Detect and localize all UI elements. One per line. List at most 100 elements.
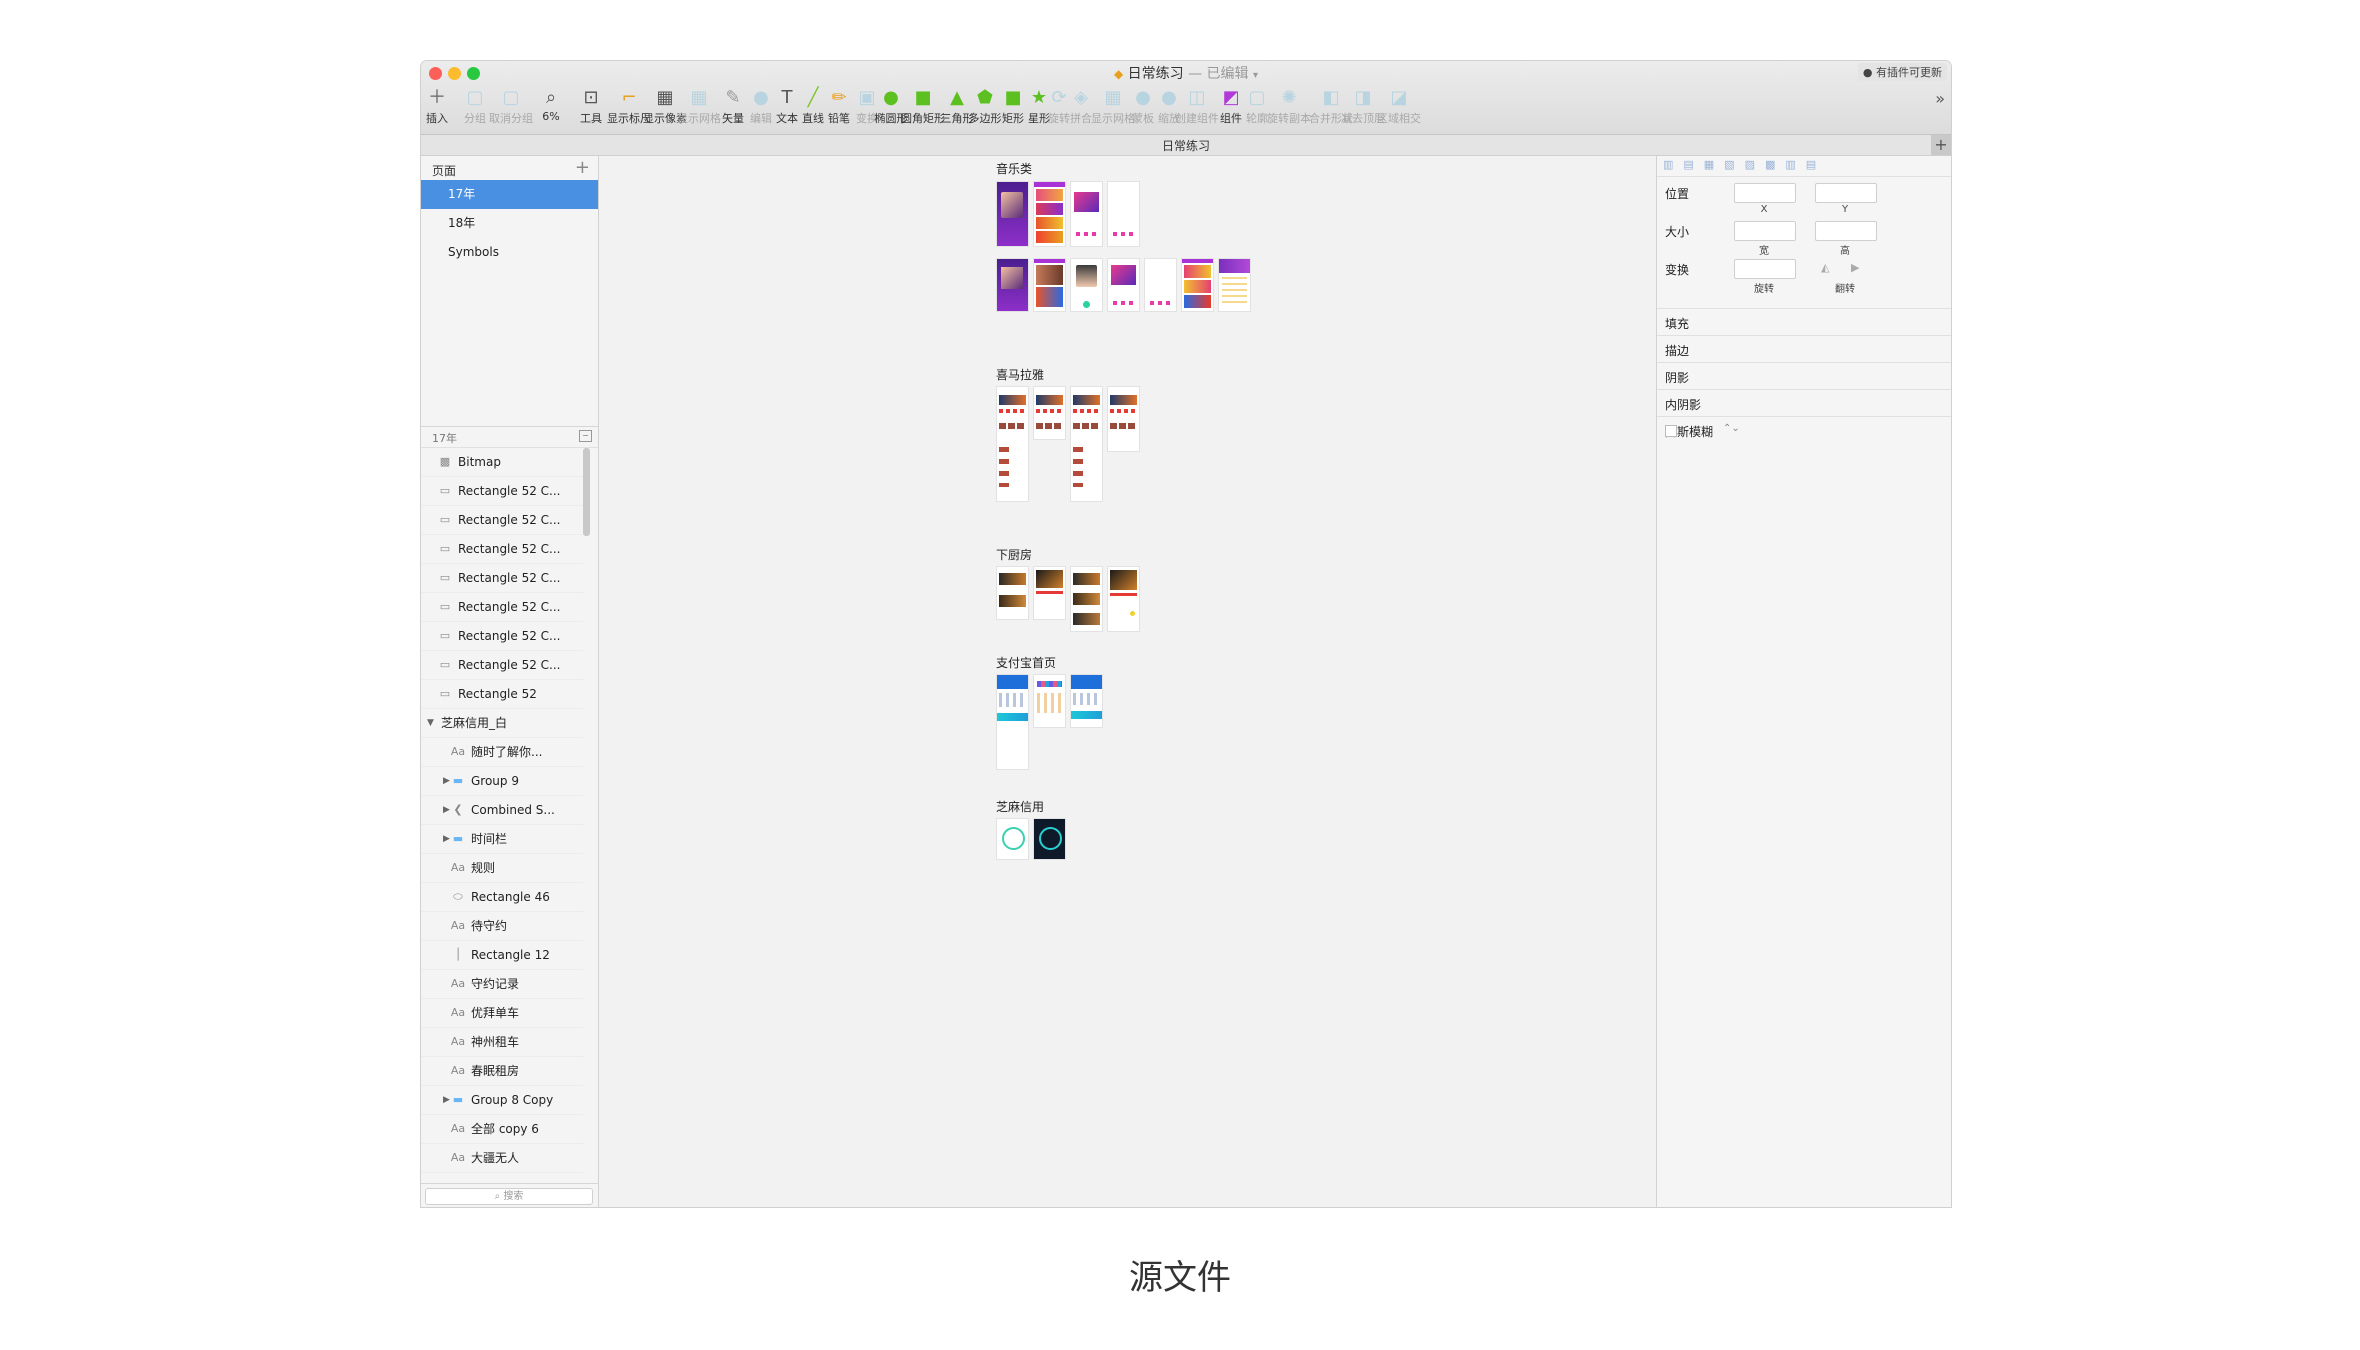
artboard-xiachufang-2[interactable]	[1033, 566, 1066, 620]
artboard-ximalaya-1[interactable]	[996, 386, 1029, 502]
height-input[interactable]	[1815, 221, 1877, 241]
layer-row[interactable]: ▭ Rectangle 52 C...	[421, 651, 583, 680]
page-item-label: 17年	[448, 187, 476, 201]
style-section[interactable]: 阴影	[1657, 362, 1951, 390]
layers-search-input[interactable]: ⌕ 搜索	[425, 1188, 593, 1205]
layer-row[interactable]: ▩ Bitmap	[421, 448, 583, 477]
artboard-music-lyrics-2[interactable]	[1144, 258, 1177, 312]
artboard-music-list-2[interactable]	[1033, 258, 1066, 312]
flip-vertical-icon[interactable]: ▶	[1851, 261, 1859, 274]
layer-row[interactable]: Aa 春眠租房	[421, 1057, 583, 1086]
layer-row[interactable]: ▶ ▬ Group 9	[421, 767, 583, 796]
y-input[interactable]	[1815, 183, 1877, 203]
layer-row[interactable]: │ Rectangle 12	[421, 941, 583, 970]
chevron-down-icon[interactable]: ▾	[1253, 70, 1258, 81]
artboard-alipay-home[interactable]	[996, 674, 1029, 770]
layer-row[interactable]: ▶ ❮ Combined S...	[421, 796, 583, 825]
page-item[interactable]: Symbols	[421, 238, 598, 267]
rotate-input[interactable]	[1734, 259, 1796, 279]
artboard-music-player-2[interactable]	[996, 258, 1029, 312]
style-section[interactable]: 高斯模糊 ⌃⌄	[1657, 416, 1951, 444]
layer-label: Rectangle 52 C...	[458, 600, 561, 614]
layer-row[interactable]: ▭ Rectangle 52 C...	[421, 622, 583, 651]
artboard-ximalaya-4[interactable]	[1107, 386, 1140, 452]
layer-row[interactable]: Aa 神州租车	[421, 1028, 583, 1057]
plugin-update-badge[interactable]: ● 有插件可更新	[1857, 63, 1947, 81]
add-page-button[interactable]: +	[575, 157, 590, 178]
layer-row[interactable]: ▶ ▬ Group 8 Copy	[421, 1086, 583, 1115]
layer-row[interactable]: Aa 优拜单车	[421, 999, 583, 1028]
page-item[interactable]: 17年	[421, 180, 598, 209]
rectangle-icon: ▭	[439, 484, 451, 497]
grid2-icon: ▦	[1104, 87, 1122, 108]
layer-row[interactable]: ▭ Rectangle 52 C...	[421, 593, 583, 622]
artboard-ximalaya-3[interactable]	[1070, 386, 1103, 502]
artboard-alipay-home-2[interactable]	[1070, 674, 1103, 728]
tool-rotate-copies-button[interactable]: ✺ 旋转副本	[1267, 88, 1311, 126]
layer-row[interactable]: Aa 全部 copy 6	[421, 1115, 583, 1144]
layer-row[interactable]: ▭ Rectangle 52 C...	[421, 506, 583, 535]
artboard-xiachufang-1[interactable]	[996, 566, 1029, 620]
tool-zoom-button[interactable]: ⌕ 6%	[529, 88, 573, 124]
width-input[interactable]	[1734, 221, 1796, 241]
disclosure-closed-icon[interactable]: ▶	[443, 796, 450, 824]
layer-row[interactable]: ▭ Rectangle 52 C...	[421, 564, 583, 593]
layers-scrollbar[interactable]	[583, 448, 590, 536]
layer-row[interactable]: ▶ ▬ 时间栏	[421, 825, 583, 854]
canvas[interactable]: 音乐类 喜马拉雅 下厨房 支付宝首页 芝麻信用	[599, 156, 1656, 1207]
layer-row[interactable]: Aa 规则	[421, 854, 583, 883]
subtract-icon: ◨	[1354, 87, 1372, 108]
document-tab[interactable]: 日常练习	[421, 137, 1951, 154]
layer-row[interactable]: ⬭ Rectangle 46	[421, 883, 583, 912]
tool-intersect-button[interactable]: ◪ 区域相交	[1377, 88, 1421, 126]
style-section[interactable]: 描边	[1657, 335, 1951, 363]
artboard-music-playlist[interactable]	[1181, 258, 1214, 312]
disclosure-closed-icon[interactable]: ▶	[443, 767, 450, 795]
artboard-alipay-apps[interactable]	[1033, 674, 1066, 728]
layer-row[interactable]: Aa 待守约	[421, 912, 583, 941]
y-label: Y	[1841, 204, 1849, 215]
artboard-music-detail[interactable]	[1070, 181, 1103, 247]
flip-buttons[interactable]: ◭ ▶	[1815, 259, 1875, 277]
artboard-xiachufang-4[interactable]	[1107, 566, 1140, 632]
plugin-update-label: 有插件可更新	[1876, 66, 1942, 79]
disclosure-closed-icon[interactable]: ▶	[443, 825, 450, 853]
artboard-zhima-white[interactable]	[996, 818, 1029, 860]
collapse-layers-icon[interactable]: −	[579, 430, 592, 442]
flip-horizontal-icon[interactable]: ◭	[1821, 261, 1829, 274]
toolbar-overflow-icon[interactable]: »	[1935, 89, 1945, 108]
search-placeholder: 搜索	[503, 1191, 524, 1202]
layer-row[interactable]: Aa 守约记录	[421, 970, 583, 999]
artboard-music-list[interactable]	[1033, 181, 1066, 247]
artboard-music-lyrics[interactable]	[1107, 181, 1140, 247]
blur-enable-checkbox[interactable]	[1665, 425, 1677, 437]
layer-row[interactable]: ▭ Rectangle 52	[421, 680, 583, 709]
artboard-ximalaya-2[interactable]	[1033, 386, 1066, 440]
align-icons[interactable]: ▥▤▦▧▨▩▥▤	[1663, 158, 1826, 171]
layer-row[interactable]: Aa 随时了解你...	[421, 738, 583, 767]
layer-label: 春眠租房	[471, 1064, 520, 1078]
artboard-music-detail-2[interactable]	[1107, 258, 1140, 312]
artboard-music-portrait[interactable]	[1070, 258, 1103, 312]
rounded-rect-icon: ■	[914, 87, 932, 108]
layer-row[interactable]: ▭ Rectangle 52 C...	[421, 535, 583, 564]
layer-row[interactable]: Aa 大疆无人	[421, 1144, 583, 1173]
artboard-xiachufang-3[interactable]	[1070, 566, 1103, 632]
layer-row[interactable]: ▭ Rectangle 52 C...	[421, 477, 583, 506]
new-tab-button[interactable]: +	[1931, 135, 1951, 155]
disclosure-open-icon[interactable]: ▼	[427, 709, 434, 737]
layer-label: 守约记录	[471, 977, 520, 991]
x-input[interactable]	[1734, 183, 1796, 203]
style-section[interactable]: 内阴影	[1657, 389, 1951, 417]
blur-type-chevron-icon[interactable]: ⌃⌄	[1723, 423, 1740, 434]
disclosure-closed-icon[interactable]: ▶	[443, 1086, 450, 1114]
layer-row[interactable]: ▼ 芝麻信用_白	[421, 709, 583, 738]
artboard-zhima-dark[interactable]	[1033, 818, 1066, 860]
style-section[interactable]: 填充	[1657, 308, 1951, 336]
artboard-music-menu[interactable]	[1218, 258, 1251, 312]
page-item[interactable]: 18年	[421, 209, 598, 238]
layer-label: Rectangle 52 C...	[458, 513, 561, 527]
tool-ungroup-button[interactable]: ▢ 取消分组	[489, 88, 533, 126]
layer-label: 优拜单车	[471, 1006, 520, 1020]
artboard-music-player[interactable]	[996, 181, 1029, 247]
